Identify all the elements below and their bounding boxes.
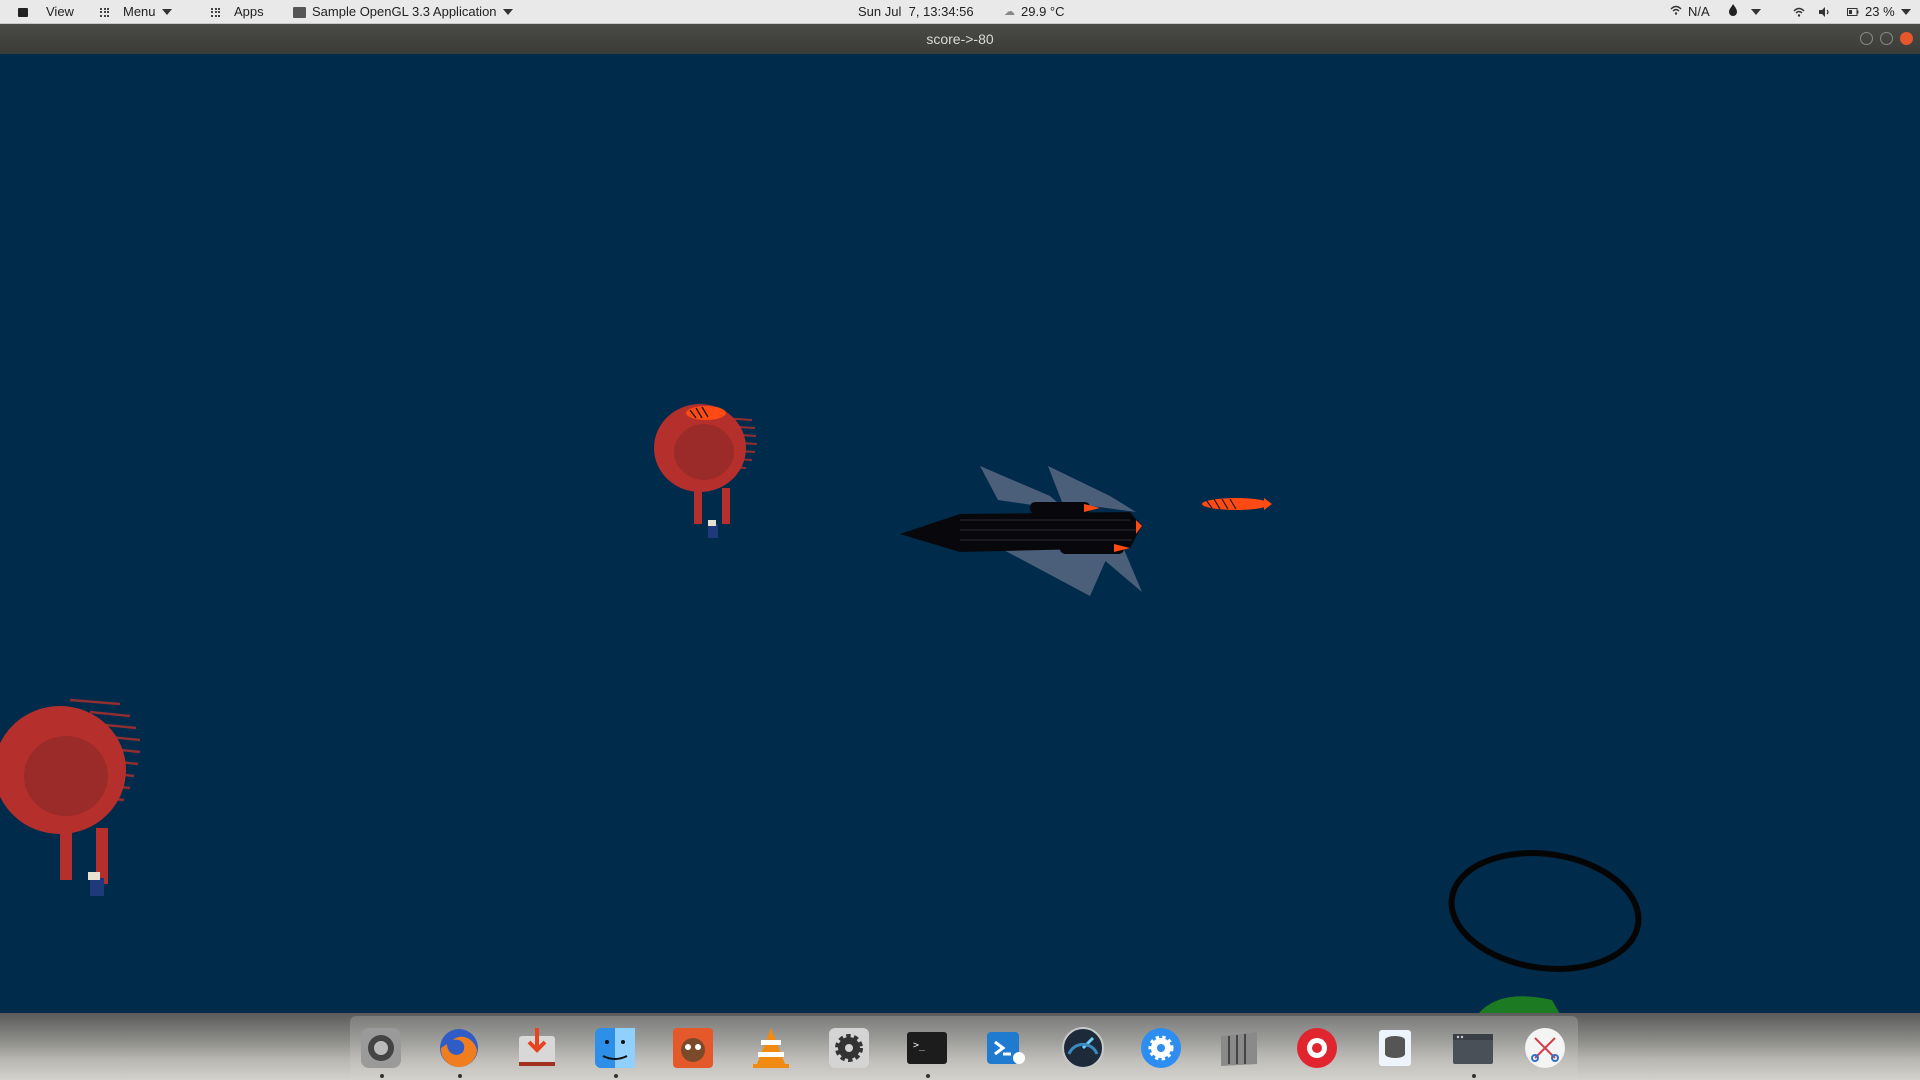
view-menu[interactable]: View [18, 0, 74, 24]
window-icon[interactable] [1450, 1025, 1496, 1071]
lifebuoy-icon[interactable] [1294, 1025, 1340, 1071]
speaker-icon [1819, 7, 1829, 17]
battery-icon [1847, 8, 1859, 16]
window-title-bar[interactable]: score->-80 [0, 24, 1920, 54]
terminal-icon[interactable]: >_ [904, 1025, 950, 1071]
running-indicator [458, 1074, 462, 1078]
hot-air-balloon [654, 404, 758, 538]
green-leaf [1478, 996, 1560, 1014]
network-status: N/A [1688, 4, 1710, 19]
chevron-down-icon [1751, 9, 1761, 15]
chevron-down-icon [161, 9, 172, 15]
view-label: View [46, 4, 74, 19]
preferences-icon[interactable] [1138, 1025, 1184, 1071]
game-canvas[interactable] [0, 54, 1920, 1014]
volume-indicator[interactable] [1818, 0, 1830, 24]
window-title: score->-80 [926, 31, 994, 47]
svg-text:>_: >_ [913, 1040, 926, 1051]
datetime: Sun Jul 7, 13:34:56 [858, 4, 974, 19]
system-settings-icon[interactable] [358, 1025, 404, 1071]
apps-label: Apps [234, 4, 264, 19]
grid-icon [100, 7, 109, 17]
fighter-jet [900, 466, 1142, 596]
weather-cloud-icon: ☁ [1004, 6, 1015, 18]
vscode-icon[interactable] [982, 1025, 1028, 1071]
apps-grid-icon [211, 7, 220, 17]
network-indicator[interactable]: N/A [1670, 0, 1710, 24]
weather[interactable]: ☁ 29.9 °C [1004, 0, 1065, 24]
database-icon[interactable] [1372, 1025, 1418, 1071]
firefox-icon[interactable] [436, 1025, 482, 1071]
chevron-down-icon [1900, 9, 1911, 15]
minimize-button[interactable] [1860, 32, 1873, 45]
chevron-down-icon [502, 9, 513, 15]
close-button[interactable] [1900, 32, 1913, 45]
wifi-indicator[interactable] [1793, 0, 1805, 24]
gimp-icon[interactable] [670, 1025, 716, 1071]
downloader-icon[interactable] [514, 1025, 560, 1071]
menu-label: Menu [123, 4, 156, 19]
app-title-menu[interactable]: Sample OpenGL 3.3 Application [293, 0, 513, 24]
temperature: 29.9 °C [1021, 4, 1065, 19]
apps-menu[interactable]: Apps [211, 0, 264, 24]
flame-indicator[interactable] [1728, 0, 1738, 24]
app-title: Sample OpenGL 3.3 Application [312, 4, 497, 19]
main-menu[interactable]: Menu [100, 0, 172, 24]
ring [1448, 850, 1642, 972]
window-icon [18, 7, 28, 17]
battery-indicator[interactable]: 23 % [1847, 0, 1911, 24]
keyboard-icon[interactable] [1216, 1025, 1262, 1071]
wifi-icon [1793, 7, 1805, 17]
finder-icon[interactable] [592, 1025, 638, 1071]
speedometer-icon[interactable] [1060, 1025, 1106, 1071]
maximize-button[interactable] [1880, 32, 1893, 45]
running-indicator [926, 1074, 930, 1078]
indicator-dropdown[interactable] [1751, 0, 1761, 24]
running-indicator [1472, 1074, 1476, 1078]
clock[interactable]: Sun Jul 7, 13:34:56 [858, 0, 974, 24]
top-panel: View Menu Apps Sample OpenGL 3.3 Applica… [0, 0, 1920, 24]
battery-percent: 23 % [1865, 4, 1895, 19]
running-indicator [614, 1074, 618, 1078]
app-window-icon [293, 6, 306, 18]
signal-icon [1670, 0, 1682, 24]
flame-icon [1728, 0, 1738, 24]
running-indicator [380, 1074, 384, 1078]
missile [1202, 498, 1272, 510]
scissors-icon[interactable] [1522, 1025, 1568, 1071]
settings-gear-icon[interactable] [826, 1025, 872, 1071]
hot-air-balloon [0, 698, 141, 896]
vlc-icon[interactable] [748, 1025, 794, 1071]
